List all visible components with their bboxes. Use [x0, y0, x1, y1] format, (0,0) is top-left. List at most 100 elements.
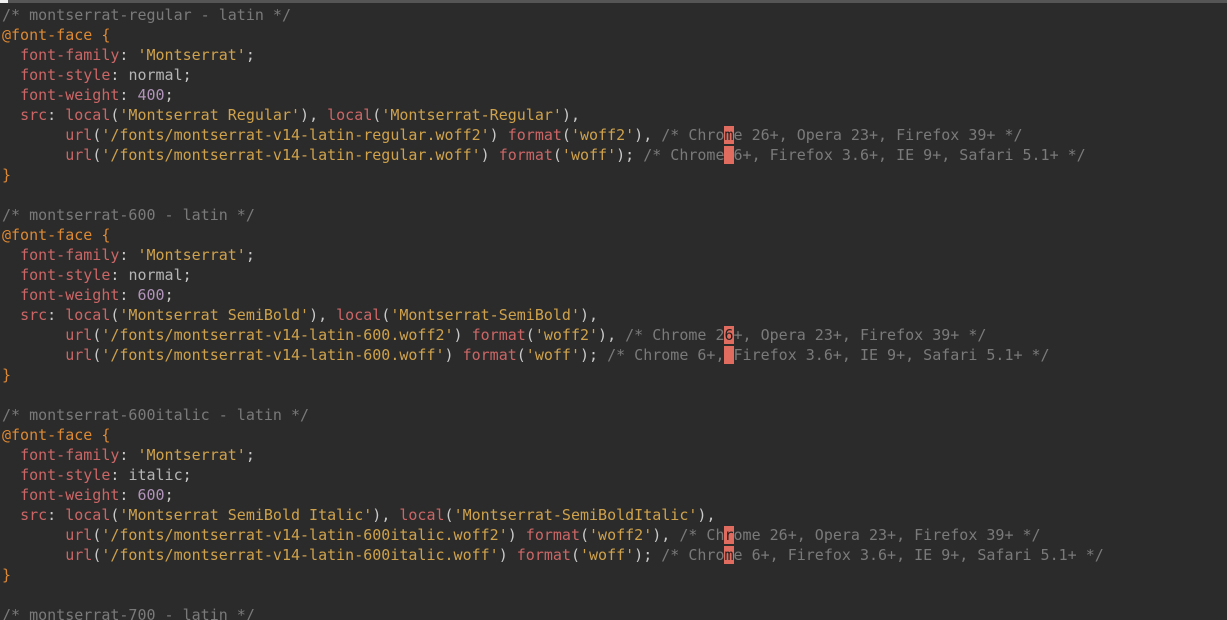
code-line[interactable]: } [2, 165, 1225, 185]
comment-woff2: e 26+, Opera 23+, Firefox 39+ */ [734, 126, 1023, 144]
local-1: 'Montserrat Regular' [119, 106, 300, 124]
code-line[interactable]: url('/fonts/montserrat-v14-latin-regular… [2, 145, 1225, 165]
blank-line[interactable] [2, 185, 1225, 205]
code-line[interactable]: src: local('Montserrat SemiBold'), local… [2, 305, 1225, 325]
local-2: 'Montserrat-SemiBoldItalic' [454, 506, 698, 524]
code-line[interactable]: } [2, 565, 1225, 585]
format-woff: 'woff' [580, 546, 634, 564]
code-line[interactable]: @font-face { [2, 25, 1225, 45]
fn-local: local [336, 306, 381, 324]
section-comment-line[interactable]: /* montserrat-regular - latin */ [2, 5, 1225, 25]
open-brace: { [92, 26, 110, 44]
format-woff2: 'woff2' [571, 126, 634, 144]
fn-local: local [65, 506, 110, 524]
fn-format: format [508, 126, 562, 144]
prop-font-family: font-family [20, 446, 119, 464]
comment-woff2: /* Ch [679, 526, 724, 544]
section-comment: /* montserrat-600italic - latin */ [2, 406, 309, 424]
code-line[interactable]: font-style: normal; [2, 65, 1225, 85]
code-line[interactable]: @font-face { [2, 225, 1225, 245]
local-1: 'Montserrat SemiBold Italic' [119, 506, 372, 524]
section-comment-line[interactable]: /* montserrat-600 - latin */ [2, 205, 1225, 225]
font-style-value: italic [128, 466, 182, 484]
url-woff: '/fonts/montserrat-v14-latin-600.woff' [101, 346, 444, 364]
section-comment: /* montserrat-600 - latin */ [2, 206, 255, 224]
search-highlight: m [724, 546, 733, 564]
code-line[interactable]: font-family: 'Montserrat'; [2, 445, 1225, 465]
prop-src: src [20, 506, 47, 524]
prop-font-weight: font-weight [20, 286, 119, 304]
code-line[interactable]: src: local('Montserrat Regular'), local(… [2, 105, 1225, 125]
code-line[interactable]: font-weight: 600; [2, 285, 1225, 305]
prop-font-style: font-style [20, 466, 110, 484]
section-comment-line[interactable]: /* montserrat-600italic - latin */ [2, 405, 1225, 425]
format-woff2: 'woff2' [589, 526, 652, 544]
section-comment-line[interactable]: /* montserrat-700 - latin */ [2, 605, 1225, 620]
code-line[interactable]: url('/fonts/montserrat-v14-latin-600ital… [2, 525, 1225, 545]
code-line[interactable]: font-style: italic; [2, 465, 1225, 485]
url-woff2: '/fonts/montserrat-v14-latin-600italic.w… [101, 526, 507, 544]
code-line[interactable]: font-family: 'Montserrat'; [2, 245, 1225, 265]
fn-url: url [65, 346, 92, 364]
comment-woff: /* Chrome 6+, [607, 346, 724, 364]
prop-font-family: font-family [20, 46, 119, 64]
search-highlight [724, 146, 733, 164]
font-weight-value: 600 [137, 486, 164, 504]
at-rule: @font-face [2, 26, 92, 44]
prop-src: src [20, 306, 47, 324]
font-style-value: normal [128, 266, 182, 284]
code-line[interactable]: } [2, 365, 1225, 385]
comment-woff: /* Chro [661, 546, 724, 564]
fn-url: url [65, 126, 92, 144]
url-woff2: '/fonts/montserrat-v14-latin-regular.wof… [101, 126, 489, 144]
format-woff2: 'woff2' [535, 326, 598, 344]
comment-woff: /* Chrome [643, 146, 724, 164]
code-line[interactable]: font-family: 'Montserrat'; [2, 45, 1225, 65]
font-family-value: 'Montserrat' [137, 46, 245, 64]
code-line[interactable]: url('/fonts/montserrat-v14-latin-600.wof… [2, 325, 1225, 345]
fn-format: format [463, 346, 517, 364]
code-editor[interactable]: /* montserrat-regular - latin */ @font-f… [0, 3, 1227, 620]
code-line[interactable]: url('/fonts/montserrat-v14-latin-regular… [2, 125, 1225, 145]
url-woff: '/fonts/montserrat-v14-latin-regular.wof… [101, 146, 480, 164]
fn-local: local [65, 106, 110, 124]
fn-format: format [499, 146, 553, 164]
blank-line[interactable] [2, 385, 1225, 405]
code-line[interactable]: src: local('Montserrat SemiBold Italic')… [2, 505, 1225, 525]
url-woff: '/fonts/montserrat-v14-latin-600italic.w… [101, 546, 498, 564]
local-1: 'Montserrat SemiBold' [119, 306, 309, 324]
comment-woff2: /* Chro [661, 126, 724, 144]
comment-woff: e 6+, Firefox 3.6+, IE 9+, Safari 5.1+ *… [734, 546, 1104, 564]
section-comment: /* montserrat-700 - latin */ [2, 606, 255, 620]
prop-font-style: font-style [20, 66, 110, 84]
font-style-value: normal [128, 66, 182, 84]
font-weight-value: 400 [137, 86, 164, 104]
fn-format: format [472, 326, 526, 344]
fn-url: url [65, 326, 92, 344]
comment-woff: 6+, Firefox 3.6+, IE 9+, Safari 5.1+ */ [734, 146, 1086, 164]
close-brace: } [2, 166, 11, 184]
prop-font-style: font-style [20, 266, 110, 284]
fn-url: url [65, 526, 92, 544]
code-line[interactable]: url('/fonts/montserrat-v14-latin-600.wof… [2, 345, 1225, 365]
code-line[interactable]: font-style: normal; [2, 265, 1225, 285]
comment-woff: Firefox 3.6+, IE 9+, Safari 5.1+ */ [734, 346, 1050, 364]
prop-src: src [20, 106, 47, 124]
prop-font-weight: font-weight [20, 486, 119, 504]
prop-font-family: font-family [20, 246, 119, 264]
code-line[interactable]: url('/fonts/montserrat-v14-latin-600ital… [2, 545, 1225, 565]
open-brace: { [92, 426, 110, 444]
fn-local: local [399, 506, 444, 524]
format-woff: 'woff' [562, 146, 616, 164]
at-rule: @font-face [2, 226, 92, 244]
blank-line[interactable] [2, 585, 1225, 605]
comment-woff2: /* Chrome 2 [625, 326, 724, 344]
code-line[interactable]: @font-face { [2, 425, 1225, 445]
at-rule: @font-face [2, 426, 92, 444]
fn-local: local [327, 106, 372, 124]
code-line[interactable]: font-weight: 600; [2, 485, 1225, 505]
search-highlight: 6 [724, 326, 733, 344]
code-line[interactable]: font-weight: 400; [2, 85, 1225, 105]
search-highlight: r [724, 526, 733, 544]
local-2: 'Montserrat-SemiBold' [390, 306, 580, 324]
